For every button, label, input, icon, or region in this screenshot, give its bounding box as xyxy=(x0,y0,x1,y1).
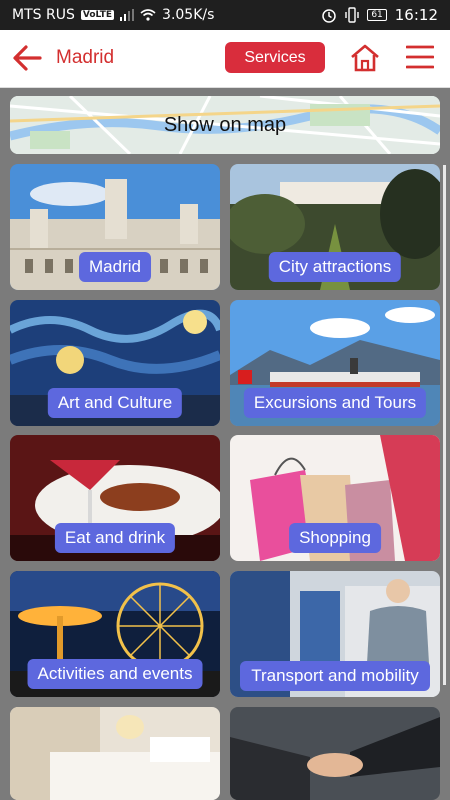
battery-icon: 61 xyxy=(367,9,387,21)
tile-label: Activities and events xyxy=(27,659,203,689)
tile-city-attractions[interactable]: City attractions xyxy=(230,164,440,290)
tile-activities-events[interactable]: Activities and events xyxy=(10,571,220,697)
handshake-image xyxy=(230,707,440,800)
tile-transport-mobility[interactable]: Transport and mobility xyxy=(230,571,440,697)
tile-art-culture[interactable]: Art and Culture xyxy=(10,300,220,426)
page-title: Madrid xyxy=(56,47,115,68)
volte-badge: VoLTE xyxy=(80,10,115,20)
tile-label: Excursions and Tours xyxy=(243,388,427,418)
tile-label: Shopping xyxy=(289,523,381,553)
tile-label: Madrid xyxy=(79,252,151,282)
tile-label: Eat and drink xyxy=(54,523,176,553)
signal-icon xyxy=(120,9,135,21)
tile-label: City attractions xyxy=(268,252,402,282)
show-on-map-label: Show on map xyxy=(163,114,287,136)
tile-business[interactable] xyxy=(230,707,440,800)
tile-madrid[interactable]: Madrid xyxy=(10,164,220,290)
clock: 16:12 xyxy=(394,6,438,24)
back-arrow-icon[interactable] xyxy=(10,42,44,74)
tile-excursions-tours[interactable]: Excursions and Tours xyxy=(230,300,440,426)
alarm-icon xyxy=(322,9,337,23)
tile-accommodation[interactable] xyxy=(10,707,220,800)
home-icon[interactable] xyxy=(349,43,381,73)
bedroom-image xyxy=(10,707,220,800)
vibrate-icon xyxy=(345,7,360,23)
map-preview[interactable]: Show on map xyxy=(10,96,440,154)
scrollbar[interactable] xyxy=(443,165,446,685)
wifi-icon xyxy=(140,9,156,21)
network-speed: 3.05K/s xyxy=(162,7,215,23)
menu-icon[interactable] xyxy=(406,44,434,70)
tile-eat-drink[interactable]: Eat and drink xyxy=(10,435,220,561)
carrier-name: MTS RUS xyxy=(12,7,75,23)
app-bar: Madrid Services xyxy=(0,30,450,88)
tile-label: Art and Culture xyxy=(47,388,183,418)
tile-shopping[interactable]: Shopping xyxy=(230,435,440,561)
status-bar: MTS RUS VoLTE 3.05K/s 61 16:12 xyxy=(0,0,450,30)
services-button[interactable]: Services xyxy=(225,42,325,73)
tile-label: Transport and mobility xyxy=(240,661,430,691)
